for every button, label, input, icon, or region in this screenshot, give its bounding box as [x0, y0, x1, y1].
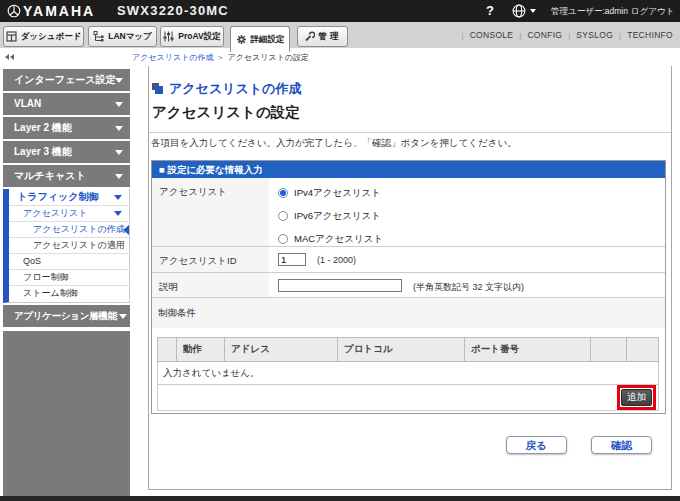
page-subtitle: アクセスリストの設定 [152, 104, 671, 120]
page-title: アクセスリストの作成 [169, 82, 301, 95]
sidebar-item-flow-control[interactable]: フロー制御 [9, 270, 129, 286]
radio-button[interactable] [278, 234, 288, 244]
sidebar-item-application-layer[interactable]: アプリケーション層機能 [3, 305, 130, 327]
logged-in-user: 管理ユーザー:admin [551, 0, 628, 22]
device-model: SWX3220-30MC [117, 0, 229, 22]
link-syslog[interactable]: SYSLOG [576, 30, 613, 40]
main-nav-tabbar: ダッシュボード LANマップ ProAV設定 詳細設定 管理 | CONSOLE… [0, 22, 680, 48]
sidebar-nav: インターフェース設定 VLAN Layer 2 機能 Layer 3 機能 マル… [3, 69, 130, 498]
link-techinfo[interactable]: TECHINFO [627, 30, 673, 40]
access-list-label: アクセスリスト [152, 178, 269, 246]
id-range-hint: (1 - 2000) [317, 255, 356, 265]
sidebar-group-traffic-control: トラフィック制御 アクセスリスト アクセスリストの作成 アクセスリストの適用 Q… [3, 189, 130, 303]
tab-management[interactable]: 管理 [297, 26, 348, 47]
access-list-id-input[interactable] [278, 253, 306, 266]
breadcrumb-bar: アクセスリストの作成＞アクセスリストの設定 [0, 48, 680, 66]
footer-bar [0, 496, 680, 501]
desc-hint: (半角英数記号 32 文字以内) [413, 281, 524, 294]
back-button[interactable]: 戻る [506, 436, 567, 454]
sidebar-item-layer3[interactable]: Layer 3 機能 [3, 141, 130, 163]
table-header-row: 動作 アドレス プロトコル ポート番号 [158, 338, 659, 362]
yamaha-tuning-fork-icon [7, 4, 21, 18]
sidebar-item-qos[interactable]: QoS [9, 254, 129, 270]
table-empty-row: 入力されていません。 [158, 362, 659, 385]
tab-detailed-settings[interactable]: 詳細設定 [230, 26, 290, 52]
current-page-marker [123, 225, 129, 235]
add-button[interactable]: 追加 [621, 389, 652, 406]
main-panel: アクセスリストの作成 アクセスリストの設定 各項目を入力してください。入力が完了… [148, 66, 672, 490]
yamaha-logo: YAMAHA [7, 0, 95, 22]
sidebar-item-vlan[interactable]: VLAN [3, 93, 130, 115]
description-label: 説明 [152, 273, 269, 297]
breadcrumb-current: アクセスリストの設定 [228, 53, 310, 62]
tab-label: 詳細設定 [251, 34, 285, 46]
breadcrumb-link[interactable]: アクセスリストの作成 [132, 53, 214, 62]
tab-lan-map[interactable]: LANマップ [88, 26, 157, 47]
chevron-down-icon [115, 78, 123, 83]
sidebar-item-interface-settings[interactable]: インターフェース設定 [3, 69, 130, 91]
help-button[interactable]: ? [486, 0, 494, 22]
chevron-down-icon [115, 174, 123, 179]
tab-label: ProAV設定 [178, 31, 220, 43]
instruction-text: 各項目を入力してください。入力が完了したら、「確認」ボタンを押してください。 [151, 137, 671, 148]
chevron-down-icon [115, 126, 123, 131]
top-bar: YAMAHA SWX3220-30MC ? 管理ユーザー:admin ログアウト [0, 0, 680, 22]
conditions-table: 動作 アドレス プロトコル ポート番号 入力されていません。 追加 [157, 337, 659, 411]
collapse-sidebar-icon[interactable] [5, 54, 15, 60]
sidebar-item-access-list-apply[interactable]: アクセスリストの適用 [9, 238, 129, 254]
breadcrumb: アクセスリストの作成＞アクセスリストの設定 [132, 52, 309, 63]
chevron-down-icon [530, 9, 536, 13]
access-list-id-label: アクセスリストID [152, 247, 269, 272]
language-selector[interactable] [512, 0, 536, 22]
sidebar-filler [3, 331, 130, 498]
chevron-down-icon [114, 195, 122, 200]
settings-section: ■ 設定に必要な情報入力 アクセスリスト IPv4アクセスリスト IPv6アクセ… [151, 160, 666, 414]
chevron-down-icon [114, 211, 122, 216]
radio-button-selected[interactable] [278, 188, 288, 198]
proav-sliders-icon [163, 31, 174, 42]
sidebar-item-multicast[interactable]: マルチキャスト [3, 165, 130, 187]
chevron-down-icon [115, 150, 123, 155]
wrench-icon [304, 31, 315, 42]
section-header: ■ 設定に必要な情報入力 [152, 161, 665, 178]
empty-message: 入力されていません。 [158, 362, 659, 385]
radio-button[interactable] [278, 211, 288, 221]
page-title-icon [152, 83, 163, 94]
sidebar-item-layer2[interactable]: Layer 2 機能 [3, 117, 130, 139]
sidebar-item-access-list[interactable]: アクセスリスト [9, 206, 129, 222]
tab-dashboard[interactable]: ダッシュボード [3, 26, 84, 47]
radio-ipv6-access-list[interactable]: IPv6アクセスリスト [278, 206, 665, 226]
globe-icon [512, 4, 526, 18]
chevron-down-icon [119, 314, 127, 319]
tab-label: LANマップ [108, 31, 152, 43]
add-button-highlight: 追加 [617, 385, 656, 410]
radio-ipv4-access-list[interactable]: IPv4アクセスリスト [278, 183, 665, 203]
tab-label: 管理 [319, 31, 342, 43]
divider [149, 132, 671, 133]
lan-map-icon [93, 31, 104, 42]
description-input[interactable] [278, 279, 402, 292]
table-add-row: 追加 [158, 385, 659, 411]
brand-name: YAMAHA [23, 3, 95, 19]
sidebar-item-storm-control[interactable]: ストーム制御 [9, 286, 129, 302]
sidebar-item-access-list-create[interactable]: アクセスリストの作成 [9, 222, 129, 238]
conditions-label: 制御条件 [152, 298, 665, 328]
sidebar-item-traffic-control[interactable]: トラフィック制御 [9, 189, 129, 206]
link-console[interactable]: CONSOLE [470, 30, 514, 40]
dashboard-icon [6, 31, 17, 42]
confirm-button[interactable]: 確認 [591, 436, 652, 454]
tab-proav-settings[interactable]: ProAV設定 [160, 26, 224, 47]
tab-label: ダッシュボード [21, 31, 82, 43]
gear-icon [236, 34, 247, 45]
link-config[interactable]: CONFIG [527, 30, 562, 40]
radio-mac-access-list[interactable]: MACアクセスリスト [278, 229, 665, 249]
chevron-down-icon [115, 102, 123, 107]
logout-link[interactable]: ログアウト [631, 0, 675, 22]
